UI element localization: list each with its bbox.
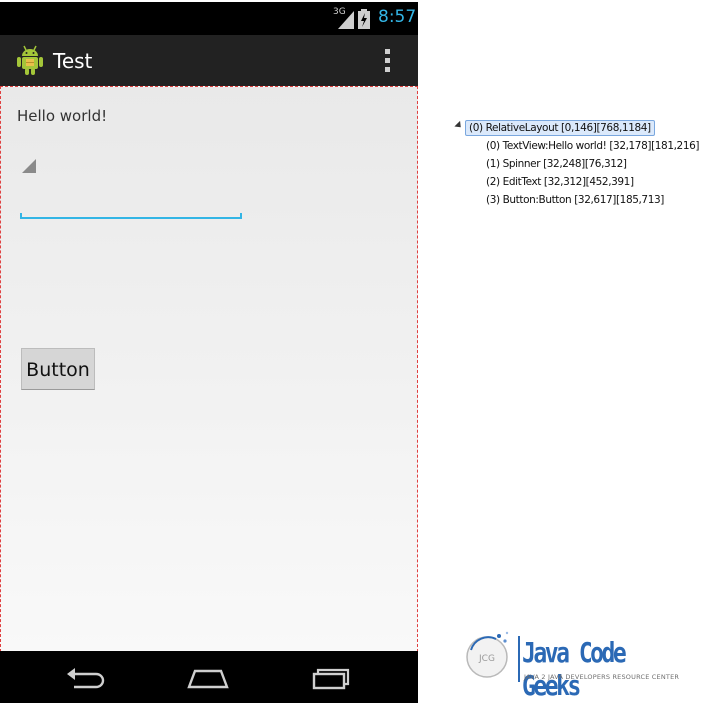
java-code-geeks-logo: JCG Java Code Geeks JAVA 2 JAVA DEVELOPE… — [460, 626, 690, 702]
navigation-bar — [0, 651, 418, 703]
android-icon[interactable] — [14, 44, 46, 76]
android-emulator-screen: 3G 8:57 Test Hello world! Button — [0, 2, 418, 703]
badge-text: JCG — [478, 654, 495, 664]
button[interactable]: Button — [21, 348, 95, 390]
status-bar: 3G 8:57 — [0, 2, 418, 35]
spinner[interactable] — [19, 151, 63, 181]
signal-icon — [338, 11, 354, 29]
home-icon[interactable] — [187, 667, 229, 691]
recent-apps-icon[interactable] — [311, 665, 351, 691]
logo-divider — [518, 636, 520, 682]
jcg-badge-icon: JCG — [466, 631, 509, 678]
tree-node-relative-layout[interactable]: (0) RelativeLayout [0,146][768,1184] — [465, 120, 655, 136]
tree-node-textview[interactable]: (0) TextView:Hello world! [32,178][181,2… — [486, 140, 699, 152]
spinner-arrow-icon — [22, 159, 36, 173]
tree-node-edittext[interactable]: (2) EditText [32,312][452,391] — [486, 176, 634, 188]
hello-textview: Hello world! — [17, 107, 108, 125]
action-bar: Test — [0, 35, 418, 87]
battery-charging-icon — [358, 9, 370, 29]
collapse-arrow-icon[interactable] — [454, 120, 464, 131]
tree-node-button[interactable]: (3) Button:Button [32,617][185,713] — [486, 194, 664, 206]
logo-tagline: JAVA 2 JAVA DEVELOPERS RESOURCE CENTER — [524, 673, 680, 681]
logo-name: Java Code Geeks — [522, 636, 627, 702]
app-title: Test — [53, 49, 93, 73]
relative-layout: Hello world! Button — [0, 86, 418, 652]
tree-node-spinner[interactable]: (1) Spinner [32,248][76,312] — [486, 158, 627, 170]
overflow-menu-icon[interactable] — [378, 47, 396, 75]
clock: 8:57 — [378, 7, 417, 27]
back-icon[interactable] — [66, 667, 106, 691]
edit-text-field[interactable] — [20, 195, 242, 219]
